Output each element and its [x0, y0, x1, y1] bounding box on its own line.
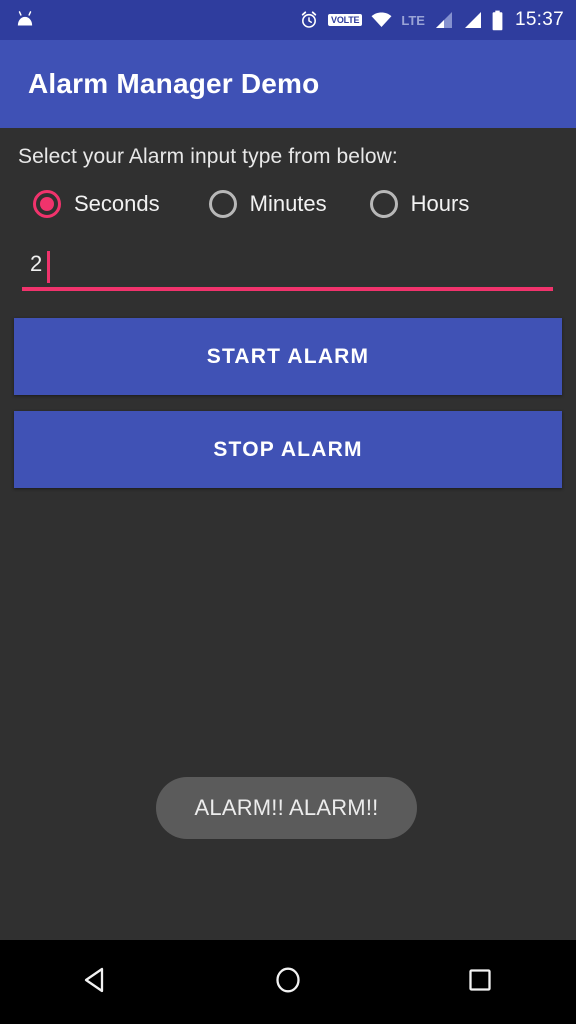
radio-seconds-icon[interactable] [33, 190, 61, 218]
radio-minutes-icon[interactable] [208, 190, 237, 218]
stop-alarm-button[interactable]: STOP ALARM [14, 411, 562, 488]
recents-button[interactable] [425, 940, 535, 1024]
back-triangle-icon [79, 963, 113, 1002]
page-title: Alarm Manager Demo [28, 68, 320, 99]
android-robot-icon [14, 9, 36, 31]
home-button[interactable] [233, 940, 343, 1024]
volte-icon: VOLTE [328, 14, 363, 26]
status-bar-clock: 15:37 [514, 9, 564, 30]
signal-sim1-icon [433, 11, 453, 29]
radio-option-hours[interactable]: Hours [369, 190, 470, 218]
recents-square-icon [463, 963, 497, 1002]
radio-hours-label: Hours [410, 191, 470, 216]
alarm-clock-icon [299, 10, 319, 30]
radio-option-seconds[interactable]: Seconds [33, 190, 160, 218]
signal-sim2-icon [462, 11, 482, 29]
start-alarm-button[interactable]: START ALARM [14, 318, 562, 395]
text-caret [47, 251, 50, 283]
wifi-icon [371, 12, 392, 28]
radio-seconds-label: Seconds [74, 191, 160, 216]
radio-option-minutes[interactable]: Minutes [208, 190, 327, 218]
toast-message: ALARM!! ALARM!! [156, 777, 417, 839]
back-button[interactable] [41, 940, 151, 1024]
main-content: Select your Alarm input type from below:… [0, 128, 576, 1024]
home-circle-icon [271, 963, 305, 1002]
battery-icon [491, 10, 504, 31]
status-bar: VOLTE LTE 15:37 [0, 0, 576, 40]
radio-minutes-label: Minutes [249, 191, 327, 216]
instruction-label: Select your Alarm input type from below: [18, 145, 398, 168]
status-bar-system-icons: VOLTE LTE 15:37 [299, 8, 564, 33]
alarm-type-radio-group: Seconds Minutes Hours [33, 190, 469, 218]
android-screen: VOLTE LTE 15:37 Alarm Manager Demo Selec… [0, 0, 576, 1024]
app-bar: Alarm Manager Demo [0, 40, 576, 128]
status-bar-notifications [14, 9, 36, 31]
radio-hours-icon[interactable] [369, 190, 398, 218]
lte-icon: LTE [401, 12, 425, 28]
alarm-duration-field[interactable]: 2 [22, 247, 553, 291]
navigation-bar [0, 940, 576, 1024]
input-underline [22, 287, 553, 291]
alarm-duration-input[interactable]: 2 [30, 247, 42, 281]
